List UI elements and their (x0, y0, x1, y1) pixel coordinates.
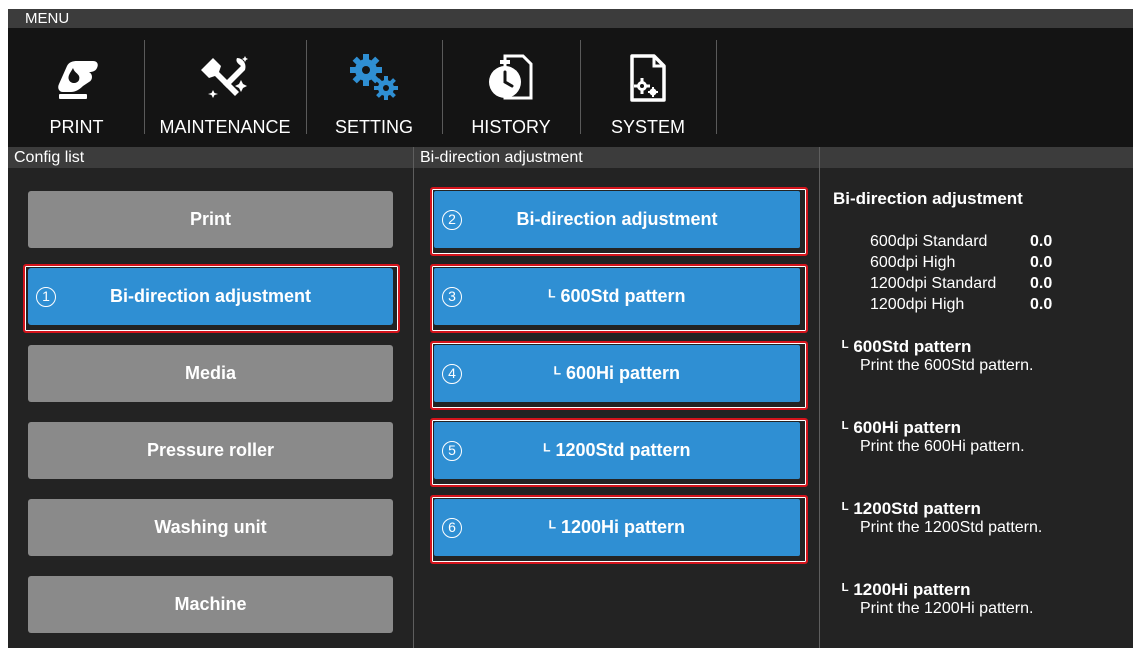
info-panel-header (820, 147, 1133, 168)
bi-direction-adjustment-button[interactable]: 2 Bi-direction adjustment (434, 191, 800, 248)
config-item-media[interactable]: Media (28, 345, 393, 402)
1200std-pattern-button[interactable]: 5 ᴸ 1200Std pattern (434, 422, 800, 479)
menu-title: MENU (25, 10, 70, 27)
marker-5-icon: 5 (442, 440, 462, 461)
nav-print-button[interactable]: PRINT (10, 42, 143, 146)
config-item-print[interactable]: Print (28, 191, 393, 248)
nav-system-label: SYSTEM (610, 117, 685, 137)
config-item-label: Media (184, 363, 236, 383)
config-item-bi-direction-adjustment[interactable]: 1 Bi-direction adjustment (28, 268, 393, 325)
adjust-button-label: Bi-direction adjustment (516, 209, 718, 229)
nav-system-button[interactable]: SYSTEM (581, 42, 715, 146)
column-divider (413, 147, 414, 648)
marker-4-icon: 4 (442, 363, 462, 384)
config-list-title: Config list (14, 149, 85, 166)
value-row: 600dpi High 0.0 (870, 254, 1053, 271)
600hi-pattern-button[interactable]: 4 ᴸ 600Hi pattern (434, 345, 800, 402)
adjust-button-label: ᴸ 600Hi pattern (553, 363, 681, 383)
gears-icon (350, 54, 398, 100)
nav-setting-label: SETTING (334, 117, 413, 137)
config-item-machine[interactable]: Machine (28, 576, 393, 633)
marker-6-icon: 6 (442, 517, 462, 538)
column-divider (819, 147, 820, 648)
config-item-pressure-roller[interactable]: Pressure roller (28, 422, 393, 479)
info-pattern-1200hi: ᴸ 1200Hi pattern Print the 1200Hi patter… (842, 580, 1034, 617)
config-item-washing-unit[interactable]: Washing unit (28, 499, 393, 556)
config-item-label: Bi-direction adjustment (109, 286, 311, 306)
adjust-panel-title: Bi-direction adjustment (420, 149, 583, 166)
config-item-label: Washing unit (154, 517, 267, 537)
info-pattern-600hi: ᴸ 600Hi pattern Print the 600Hi pattern. (842, 418, 1025, 455)
value-row: 1200dpi High 0.0 (870, 296, 1053, 313)
system-document-gear-icon (630, 54, 666, 102)
history-clock-icon (489, 54, 533, 100)
nav-print-label: PRINT (49, 117, 104, 137)
nav-setting-button[interactable]: SETTING (307, 42, 441, 146)
marker-1-icon: 1 (36, 286, 56, 307)
adjust-button-label: ᴸ 1200Std pattern (543, 440, 691, 460)
1200hi-pattern-button[interactable]: 6 ᴸ 1200Hi pattern (434, 499, 800, 556)
nav-divider (716, 40, 717, 134)
nav-maintenance-button[interactable]: MAINTENANCE (145, 42, 305, 146)
config-item-label: Print (189, 209, 231, 229)
value-row: 600dpi Standard 0.0 (870, 233, 1053, 250)
adjust-button-label: ᴸ 600Std pattern (548, 286, 686, 306)
nav-maintenance-label: MAINTENANCE (159, 117, 291, 137)
print-icon (57, 61, 98, 99)
adjust-button-label: ᴸ 1200Hi pattern (548, 517, 686, 537)
value-row: 1200dpi Standard 0.0 (870, 275, 1053, 292)
info-pattern-600std: ᴸ 600Std pattern Print the 600Std patter… (842, 337, 1034, 374)
info-pattern-1200std: ᴸ 1200Std pattern Print the 1200Std patt… (842, 499, 1043, 536)
menu-bar: MENU (8, 9, 1133, 28)
nav-history-label: HISTORY (471, 117, 551, 137)
nav-history-button[interactable]: HISTORY (443, 42, 579, 146)
info-title: Bi-direction adjustment (833, 189, 1023, 208)
config-item-label: Machine (174, 594, 247, 614)
config-item-label: Pressure roller (146, 440, 275, 460)
600std-pattern-button[interactable]: 3 ᴸ 600Std pattern (434, 268, 800, 325)
marker-2-icon: 2 (442, 209, 462, 230)
marker-3-icon: 3 (442, 286, 462, 307)
adjust-panel-header: Bi-direction adjustment (414, 147, 819, 168)
config-list-header: Config list (8, 147, 413, 168)
app-window: MENU PRINT MAINTENANCE SETTING HISTORY S… (8, 9, 1133, 648)
main-nav: PRINT MAINTENANCE SETTING HISTORY SYSTEM (8, 28, 1133, 147)
info-values: 600dpi Standard 0.0 600dpi High 0.0 1200dp… (870, 231, 1070, 315)
maintenance-tools-icon (201, 56, 248, 98)
